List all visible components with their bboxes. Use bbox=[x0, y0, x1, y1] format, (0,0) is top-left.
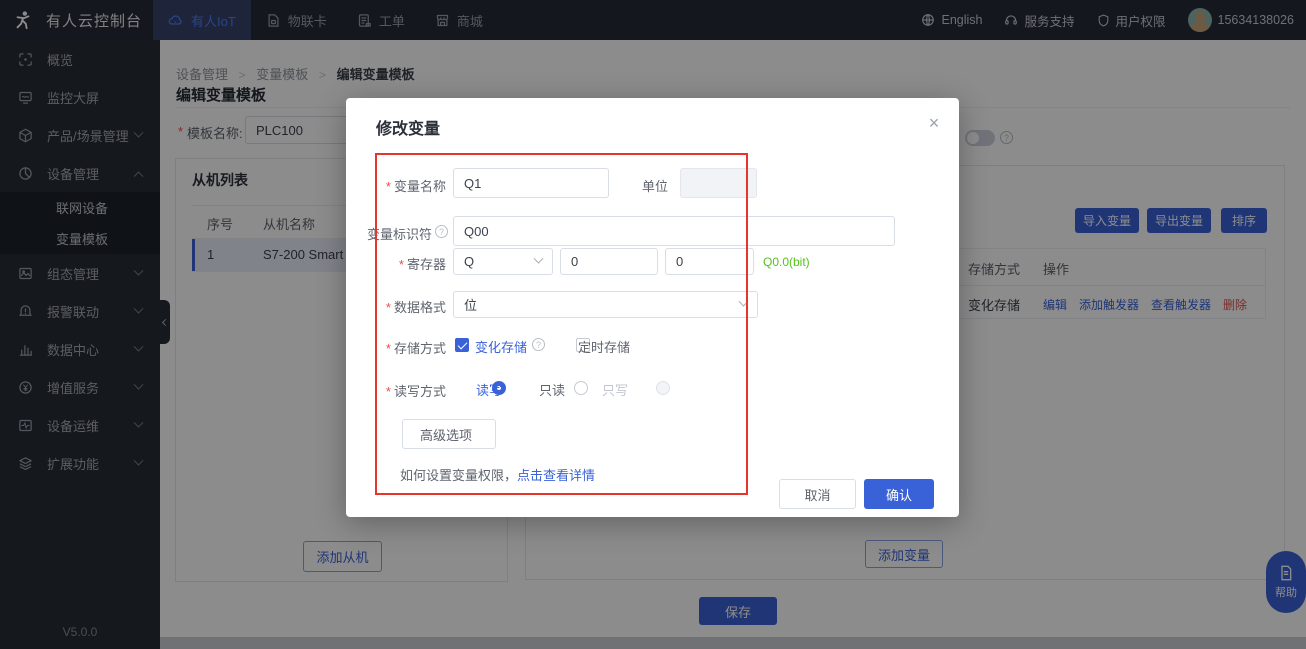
chevron-down-icon bbox=[739, 297, 749, 307]
cancel-button[interactable]: 取消 bbox=[779, 479, 856, 509]
register-address-input[interactable] bbox=[560, 248, 658, 275]
screen: 有人云控制台 有人IoT 物联卡 工单 bbox=[0, 0, 1306, 649]
write-only-option-label: 只写 bbox=[602, 380, 628, 399]
register-bit-field bbox=[665, 248, 754, 275]
register-label: *寄存器 bbox=[346, 254, 446, 273]
variable-identifier-field bbox=[453, 216, 895, 246]
close-icon[interactable]: × bbox=[923, 112, 945, 134]
unit-input bbox=[680, 168, 757, 198]
register-hint: Q0.0(bit) bbox=[763, 255, 810, 269]
register-type-select[interactable]: Q bbox=[453, 248, 553, 275]
storage-mode-label: *存储方式 bbox=[346, 338, 446, 357]
read-only-option-label[interactable]: 只读 bbox=[539, 380, 565, 399]
data-format-label: *数据格式 bbox=[346, 297, 446, 316]
change-storage-option-label[interactable]: 变化存储 bbox=[475, 337, 527, 356]
unit-label: 单位 bbox=[642, 176, 668, 195]
confirm-button[interactable]: 确认 bbox=[864, 479, 934, 509]
register-address-field bbox=[560, 248, 658, 275]
read-only-radio[interactable] bbox=[574, 381, 588, 395]
chevron-down-icon bbox=[534, 254, 544, 264]
question-circle-icon[interactable]: ? bbox=[435, 225, 448, 238]
data-format-select[interactable]: 位 bbox=[453, 291, 758, 318]
modal-title: 修改变量 bbox=[376, 115, 440, 139]
permission-detail-link[interactable]: 点击查看详情 bbox=[517, 468, 595, 483]
variable-name-field bbox=[453, 168, 609, 198]
change-storage-checkbox[interactable] bbox=[455, 338, 469, 352]
unit-field bbox=[680, 168, 757, 198]
register-bit-input[interactable] bbox=[665, 248, 754, 275]
variable-name-label: *变量名称 bbox=[346, 176, 446, 195]
variable-identifier-label: 变量标识符 bbox=[332, 224, 432, 243]
advanced-options-button[interactable]: 高级选项 bbox=[402, 419, 496, 449]
required-asterisk: * bbox=[386, 179, 391, 194]
question-circle-icon[interactable]: ? bbox=[532, 338, 545, 351]
edit-variable-modal: 修改变量 × *变量名称 单位 变量标识符 ? *寄存器 Q Q0.0(bit)… bbox=[346, 98, 959, 517]
write-only-radio bbox=[656, 381, 670, 395]
permission-help-text: 如何设置变量权限，点击查看详情 bbox=[400, 465, 595, 484]
timed-storage-option-label[interactable]: 定时存储 bbox=[578, 337, 630, 356]
rw-mode-label: *读写方式 bbox=[346, 381, 446, 400]
variable-name-input[interactable] bbox=[453, 168, 609, 198]
variable-identifier-input[interactable] bbox=[453, 216, 895, 246]
read-write-option-label[interactable]: 读写 bbox=[476, 380, 502, 399]
